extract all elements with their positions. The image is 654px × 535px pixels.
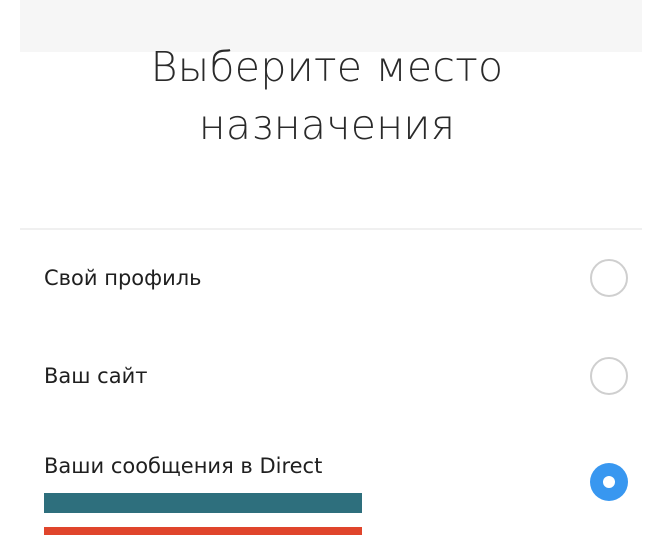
- redaction-bar-red: [44, 527, 362, 535]
- option-label: Ваши сообщения в Direct: [44, 454, 323, 478]
- page-title: Выберите место назначения: [0, 38, 654, 154]
- radio-button-own-profile[interactable]: [590, 259, 628, 297]
- radio-button-direct-messages[interactable]: [590, 463, 628, 501]
- redaction-bar-teal: [44, 493, 362, 513]
- radio-button-your-website[interactable]: [590, 357, 628, 395]
- page-title-line-2: назначения: [198, 101, 456, 149]
- option-own-profile[interactable]: Свой профиль: [44, 248, 634, 308]
- option-direct-messages[interactable]: Ваши сообщения в Direct: [44, 438, 634, 501]
- section-divider: [20, 228, 642, 230]
- option-label: Свой профиль: [44, 266, 202, 290]
- option-your-website[interactable]: Ваш сайт: [44, 346, 634, 406]
- option-label: Ваш сайт: [44, 364, 148, 388]
- destination-screen: Выберите место назначения Свой профиль В…: [0, 0, 654, 535]
- page-title-line-1: Выберите место: [150, 43, 504, 91]
